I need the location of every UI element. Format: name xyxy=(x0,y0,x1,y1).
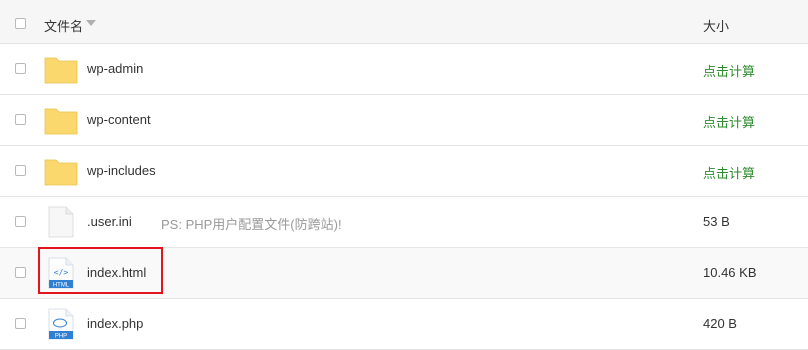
php-badge-text: PHP xyxy=(55,334,67,340)
calculate-size-link[interactable]: 点击计算 xyxy=(703,163,755,182)
column-header-name[interactable]: 文件名 xyxy=(44,16,83,35)
table-row[interactable]: wp-content 点击计算 xyxy=(0,95,808,146)
php-file-icon[interactable]: PHP xyxy=(44,307,78,341)
table-row[interactable]: wp-includes 点击计算 xyxy=(0,146,808,197)
row-checkbox[interactable] xyxy=(15,114,26,125)
row-checkbox[interactable] xyxy=(15,318,26,329)
file-name[interactable]: index.php xyxy=(87,316,143,331)
row-checkbox[interactable] xyxy=(15,216,26,227)
row-checkbox[interactable] xyxy=(15,267,26,278)
calculate-size-link[interactable]: 点击计算 xyxy=(703,112,755,131)
file-name[interactable]: wp-content xyxy=(87,112,151,127)
file-list-header: 文件名 大小 xyxy=(0,0,808,44)
folder-icon[interactable] xyxy=(44,154,78,188)
row-checkbox[interactable] xyxy=(15,63,26,74)
file-size: 53 B xyxy=(703,214,730,229)
table-row[interactable]: wp-admin 点击计算 xyxy=(0,44,808,95)
folder-icon[interactable] xyxy=(44,103,78,137)
select-all-checkbox[interactable] xyxy=(15,18,26,29)
column-header-size[interactable]: 大小 xyxy=(703,16,729,35)
file-name[interactable]: .user.ini xyxy=(87,214,132,229)
file-size: 420 B xyxy=(703,316,737,331)
calculate-size-link[interactable]: 点击计算 xyxy=(703,61,755,80)
file-note: PS: PHP用户配置文件(防跨站)! xyxy=(161,217,342,232)
table-row[interactable]: .user.ini PS: PHP用户配置文件(防跨站)! 53 B xyxy=(0,197,808,248)
file-name[interactable]: wp-admin xyxy=(87,61,143,76)
file-name[interactable]: wp-includes xyxy=(87,163,156,178)
sort-arrow-icon[interactable] xyxy=(86,20,96,26)
table-row[interactable]: PHP index.php 420 B xyxy=(0,299,808,350)
highlight-box xyxy=(38,247,163,294)
folder-icon[interactable] xyxy=(44,52,78,86)
row-checkbox[interactable] xyxy=(15,165,26,176)
file-size: 10.46 KB xyxy=(703,265,757,280)
blank-file-icon[interactable] xyxy=(44,205,78,239)
